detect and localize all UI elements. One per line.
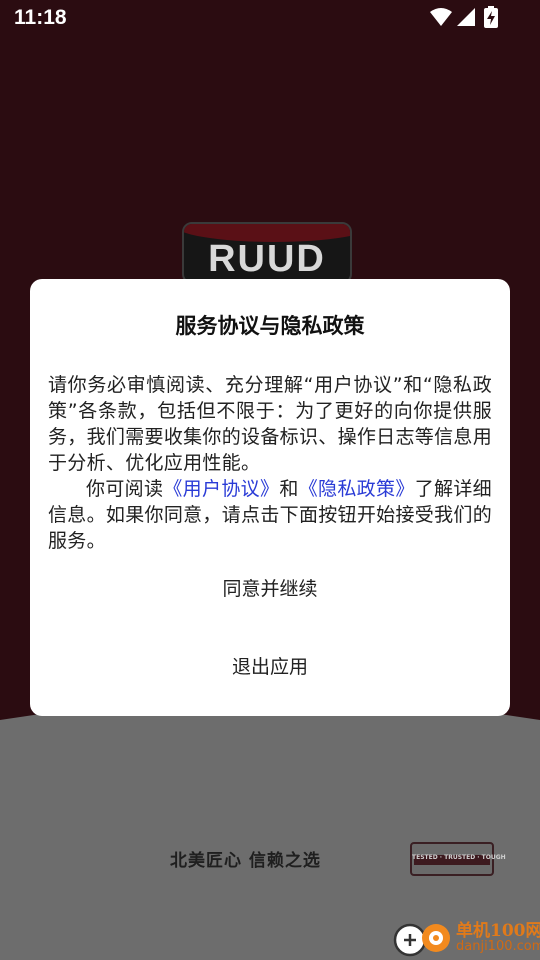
status-bar: 11:18 [0,0,540,36]
privacy-dialog: 服务协议与隐私政策 请你务必审慎阅读、充分理解“用户协议”和“隐私政策”各条款，… [30,279,510,716]
badge-text: TESTED · TRUSTED · TOUGH [412,854,506,861]
watermark-logo-icon [393,923,450,957]
ruud-logo: RUUD [182,222,352,284]
tested-badge: TESTED · TRUSTED · TOUGH [410,842,506,876]
watermark-url: danji100.com [456,939,540,954]
watermark-name: 单机100网 [456,921,540,941]
wifi-icon [430,8,452,26]
cell-signal-icon [457,8,475,26]
status-time: 11:18 [14,6,67,29]
dialog-title: 服务协议与隐私政策 [175,314,365,338]
agree-continue-button[interactable]: 同意并继续 [70,565,470,609]
logo-text: RUUD [208,238,326,280]
privacy-policy-link[interactable]: 《隐私政策》 [299,478,415,500]
battery-charging-icon [484,6,498,28]
paragraph-2-prefix: 你可阅读 [86,478,164,500]
dialog-body: 请你务必审慎阅读、充分理解“用户协议”和“隐私政策”各条款，包括但不限于：为了更… [48,372,492,554]
app-screen: RUUD 北美匠心 信赖之选 TESTED · TRUSTED · TOUGH … [0,0,540,960]
dialog-paragraph-1: 请你务必审慎阅读、充分理解“用户协议”和“隐私政策”各条款，包括但不限于：为了更… [48,374,492,474]
dialog-paragraph-2: 你可阅读《用户协议》和《隐私政策》了解详细信息。如果你同意，请点击下面按钮开始接… [48,476,492,554]
conjunction-text: 和 [279,478,299,500]
user-agreement-link[interactable]: 《用户协议》 [163,478,279,500]
exit-app-button[interactable]: 退出应用 [70,643,470,687]
slogan-text: 北美匠心 信赖之选 [170,851,321,871]
